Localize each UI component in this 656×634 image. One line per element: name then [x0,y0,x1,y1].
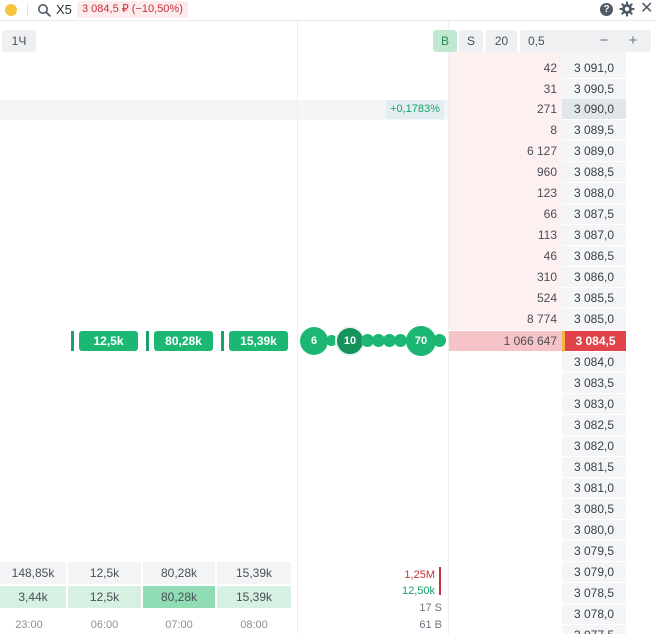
sell-count-stat: 17 S [419,602,442,614]
highlight-row [0,100,449,120]
ask-volume[interactable]: 31 [449,79,557,100]
help-icon[interactable]: ? [600,3,613,16]
close-icon[interactable]: ✕ [640,1,654,17]
price-level[interactable]: 3 081,5 [562,457,626,478]
current-price[interactable]: 3 084,5 [562,331,626,352]
price-level[interactable]: 3 087,5 [562,204,626,225]
sell-filter-button[interactable]: S [459,30,483,52]
ask-volume[interactable]: 6 127 [449,141,557,162]
cluster-volume[interactable]: 12,5k [79,331,138,351]
ask-volume[interactable]: 66 [449,204,557,225]
top-bar: X5 3 084,5 ₽ (−10,50%) ? ✕ [0,0,656,21]
price-level[interactable]: 3 084,0 [562,352,626,373]
price-level[interactable]: 3 091,0 [562,58,626,79]
time-label: 06:00 [90,619,119,631]
price-level[interactable]: 3 085,0 [562,309,626,330]
ask-volume[interactable]: 113 [449,225,557,246]
buy-filter-button[interactable]: B [433,30,457,52]
ask-volume[interactable]: 310 [449,267,557,288]
total-volume-cell: 15,39k [217,562,291,584]
price-level[interactable]: 3 081,0 [562,478,626,499]
ask-volume[interactable]: 960 [449,162,557,183]
terminal-window: X5 3 084,5 ₽ (−10,50%) ? ✕ +0,1783% 1Ч B… [0,0,656,634]
column-divider [297,21,298,634]
price-level[interactable]: 3 082,0 [562,436,626,457]
timeframe-button[interactable]: 1Ч [2,30,36,52]
price-level[interactable]: 3 089,0 [562,141,626,162]
price-level[interactable]: 3 082,5 [562,415,626,436]
status-dot-icon [5,4,17,16]
gear-icon[interactable] [619,1,635,17]
search-icon[interactable] [37,3,51,17]
ask-volume[interactable]: 42 [449,58,557,79]
time-label: 07:00 [165,619,193,631]
ask-volume[interactable]: 524 [449,288,557,309]
trade-bubble[interactable]: 70 [406,326,436,356]
price-level[interactable]: 3 089,5 [562,120,626,141]
price-level[interactable]: 3 086,0 [562,267,626,288]
total-volume-cell: 148,85k [0,562,66,584]
price-level[interactable]: 3 088,5 [562,162,626,183]
depth-button[interactable]: 20 [486,30,517,52]
ask-volume[interactable]: 271 [449,99,557,120]
price-level[interactable]: 3 077,5 [562,625,626,634]
current-volume[interactable]: 1 066 647 [449,331,557,352]
buy-volume-cell: 15,39k [217,586,291,608]
price-level[interactable]: 3 090,0 [562,99,626,120]
price-level[interactable]: 3 079,5 [562,541,626,562]
price-level[interactable]: 3 080,5 [562,499,626,520]
plus-button[interactable]: + [626,30,640,51]
price-level[interactable]: 3 087,0 [562,225,626,246]
cluster-marker [221,331,224,351]
price-level[interactable]: 3 078,5 [562,583,626,604]
cluster-marker [71,331,74,351]
total-volume-cell: 12,5k [68,562,141,584]
price-change-badge: 3 084,5 ₽ (−10,50%) [77,1,188,18]
total-volume-cell: 80,28k [143,562,215,584]
price-level[interactable]: 3 083,5 [562,373,626,394]
cluster-marker [146,331,149,351]
buy-count-stat: 61 B [419,619,442,631]
ask-volume[interactable]: 8 774 [449,309,557,330]
ask-volume[interactable]: 123 [449,183,557,204]
trade-bubble-small[interactable] [433,334,446,347]
price-level[interactable]: 3 079,0 [562,562,626,583]
time-label: 23:00 [15,619,43,631]
buy-volume-cell: 3,44k [0,586,66,608]
ticker-symbol[interactable]: X5 [56,2,72,17]
price-step-stepper[interactable]: 0,5 − + [520,30,651,52]
volume-ratio-bar [439,567,441,595]
price-level[interactable]: 3 090,5 [562,79,626,100]
price-level[interactable]: 3 088,0 [562,183,626,204]
time-label: 08:00 [240,619,268,631]
step-value: 0,5 [528,34,545,48]
change-percent-label: +0,1783% [386,100,444,119]
buy-volume-cell: 80,28k [143,586,215,608]
cluster-volume[interactable]: 15,39k [229,331,288,351]
cluster-volume[interactable]: 80,28k [154,331,213,351]
price-level[interactable]: 3 078,0 [562,604,626,625]
divider [27,3,28,17]
buy-volume-stat: 12,50k [401,585,435,597]
buy-volume-cell: 12,5k [68,586,141,608]
price-level[interactable]: 3 086,5 [562,246,626,267]
price-level[interactable]: 3 085,5 [562,288,626,309]
price-level[interactable]: 3 080,0 [562,520,626,541]
ask-volume[interactable]: 46 [449,246,557,267]
sell-volume-stat: 1,25M [404,569,435,581]
minus-button[interactable]: − [597,30,611,51]
trade-bubble[interactable]: 6 [300,327,328,355]
ask-volume[interactable]: 8 [449,120,557,141]
price-level[interactable]: 3 083,0 [562,394,626,415]
